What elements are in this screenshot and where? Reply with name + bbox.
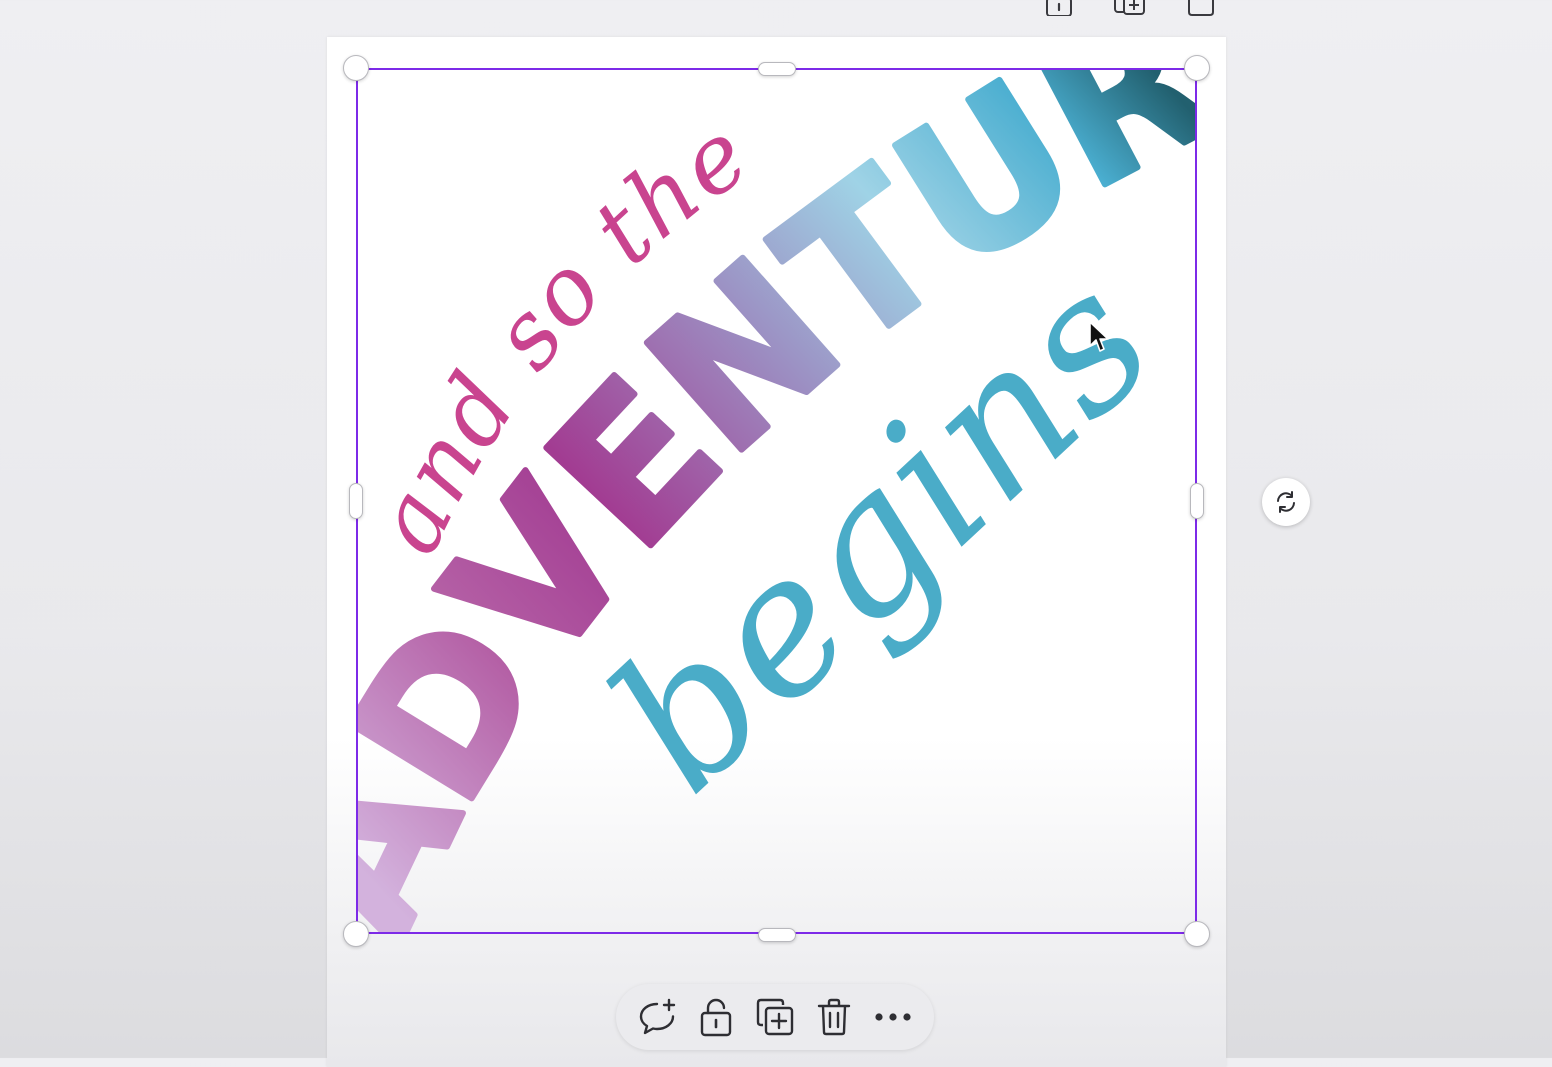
element-toolbar	[616, 984, 934, 1050]
resize-handle-bottom-left[interactable]	[343, 921, 369, 947]
resize-handle-right[interactable]	[1190, 483, 1204, 519]
rotate-button[interactable]	[1262, 478, 1310, 526]
delete-button[interactable]	[810, 993, 858, 1041]
text-artwork[interactable]: and so the ADVENTURE begins	[0, 0, 1552, 1058]
duplicate-icon	[756, 998, 794, 1036]
resize-handle-top-right[interactable]	[1184, 55, 1210, 81]
lock-icon	[700, 998, 732, 1037]
add-comment-button[interactable]	[633, 993, 681, 1041]
more-options-button[interactable]	[869, 993, 917, 1041]
resize-handle-top[interactable]	[758, 62, 796, 76]
delete-icon	[817, 998, 851, 1036]
resize-handle-bottom[interactable]	[758, 928, 796, 942]
lock-button[interactable]	[692, 993, 740, 1041]
duplicate-button[interactable]	[751, 993, 799, 1041]
resize-handle-top-left[interactable]	[343, 55, 369, 81]
resize-handle-left[interactable]	[349, 483, 363, 519]
more-icon	[875, 1013, 911, 1021]
resize-handle-bottom-right[interactable]	[1184, 921, 1210, 947]
add-comment-icon	[639, 998, 676, 1035]
mouse-pointer-icon	[1089, 321, 1109, 352]
rotate-icon	[1277, 491, 1295, 513]
